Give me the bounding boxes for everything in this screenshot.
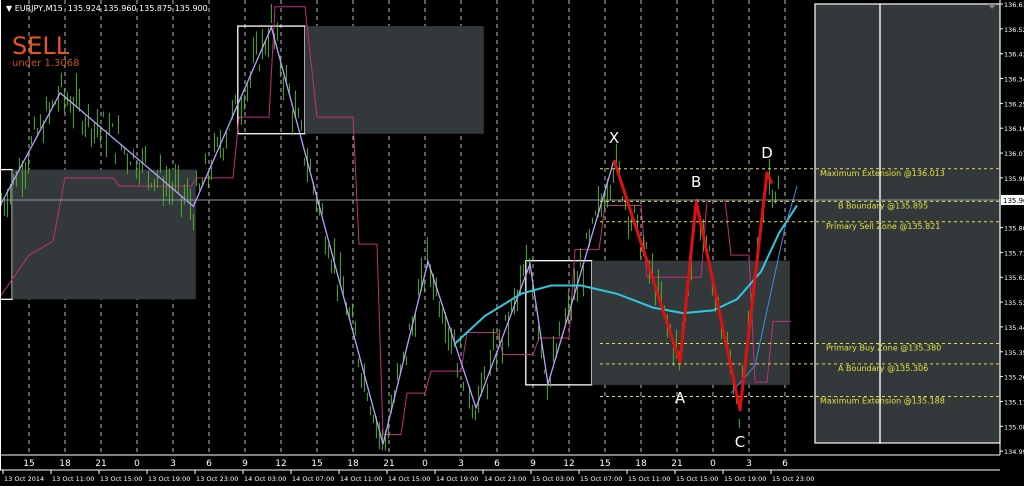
price-chart[interactable]: Maximum Extension @136.013 B Boundary @13… <box>0 0 1024 486</box>
price-label: 134.990 <box>1004 448 1024 456</box>
price-label: 136.340 <box>1004 76 1024 84</box>
pattern-label-b: B <box>691 173 701 191</box>
time-label-hour: 18 <box>635 459 647 469</box>
zone-box <box>12 169 196 300</box>
time-label-hour: 12 <box>275 459 286 469</box>
time-label-hour: 15 <box>599 459 610 469</box>
pattern-label-c: C <box>735 433 745 451</box>
price-label: 135.440 <box>1004 324 1024 332</box>
time-label-hour: 21 <box>383 459 394 469</box>
time-label-hour: 0 <box>134 459 140 469</box>
time-label-hour: 12 <box>563 459 574 469</box>
price-label: 135.710 <box>1004 249 1024 257</box>
time-label-date: 15 Oct 07:00 <box>580 475 622 483</box>
time-label-hour: 3 <box>170 459 176 469</box>
price-label: 135.620 <box>1004 274 1024 282</box>
time-label-date: 14 Oct 03:00 <box>244 475 286 483</box>
level-label: Primary Sell Zone @135.821 <box>826 222 940 231</box>
price-label: 136.250 <box>1004 100 1024 108</box>
pattern-label-a: A <box>675 389 686 407</box>
time-label-hour: 0 <box>710 459 716 469</box>
time-label-date: 13 Oct 2014 <box>4 475 44 483</box>
price-label: 135.080 <box>1004 423 1024 431</box>
time-label-date: 14 Oct 15:00 <box>388 475 430 483</box>
chart-title: ▼ EURJPY,M15 135.924 135.960 135.875 135… <box>6 4 208 13</box>
time-label-hour: 15 <box>23 459 34 469</box>
time-label-date: 15 Oct 03:00 <box>532 475 574 483</box>
time-label-date: 14 Oct 23:00 <box>484 475 526 483</box>
zone-box-outline <box>525 260 593 386</box>
price-label: 136.610 <box>1004 1 1024 9</box>
time-label-hour: 6 <box>206 459 212 469</box>
time-label-date: 13 Oct 15:00 <box>100 475 142 483</box>
price-label: 135.260 <box>1004 374 1024 382</box>
price-label: 135.530 <box>1004 299 1024 307</box>
time-label-hour: 0 <box>422 459 428 469</box>
current-price-label: 135.900 <box>1003 197 1024 205</box>
time-label-date: 15 Oct 11:00 <box>628 475 670 483</box>
time-label-hour: 9 <box>242 459 248 469</box>
level-label: Primary Buy Zone @135.380 <box>826 343 941 352</box>
level-label: A Boundary @135.306 <box>838 364 928 373</box>
symbol-label: EURJPY,M15 <box>14 4 63 13</box>
time-label-hour: 18 <box>59 459 71 469</box>
price-label: 135.350 <box>1004 349 1024 357</box>
price-label: 136.070 <box>1004 150 1024 158</box>
time-label-hour: 6 <box>494 459 500 469</box>
level-label: Maximum Extension @135.188 <box>820 396 945 405</box>
time-label-hour: 6 <box>782 459 788 469</box>
price-axis: 136.610 136.520 136.430 136.340 136.250 136.1… <box>1000 1 1024 456</box>
signal-label: SELL <box>12 32 70 60</box>
time-label-date: 14 Oct 19:00 <box>436 475 478 483</box>
level-label: Maximum Extension @136.013 <box>820 169 945 178</box>
price-label: 136.430 <box>1004 51 1024 59</box>
level-label: B Boundary @135.895 <box>838 201 928 210</box>
price-label: 135.170 <box>1004 398 1024 406</box>
pattern-label-d: D <box>761 144 773 162</box>
time-label-hour: 18 <box>347 459 359 469</box>
time-label-date: 15 Oct 23:00 <box>772 475 814 483</box>
price-label: 135.980 <box>1004 175 1024 183</box>
time-label-date: 15 Oct 15:00 <box>676 475 718 483</box>
time-label-date: 13 Oct 19:00 <box>148 475 190 483</box>
time-label-date: 13 Oct 11:00 <box>52 475 94 483</box>
time-label-date: 14 Oct 11:00 <box>340 475 382 483</box>
price-label: 135.800 <box>1004 225 1024 233</box>
time-label-hour: 21 <box>95 459 106 469</box>
time-label-date: 13 Oct 23:00 <box>196 475 238 483</box>
time-label-date: 14 Oct 07:00 <box>292 475 334 483</box>
signal-subtitle: under 1.3068 <box>12 58 80 69</box>
time-label-hour: 9 <box>530 459 536 469</box>
time-label-hour: 21 <box>671 459 682 469</box>
zone-box <box>591 260 790 385</box>
time-label-hour: 3 <box>458 459 464 469</box>
time-axis: 15 18 21 0 3 6 9 12 15 18 21 0 3 6 9 12 15 18 21 0 3 6 13 Oct … <box>2 459 814 483</box>
ohlc-values: 135.924 135.960 135.875 135.900 <box>67 4 208 13</box>
time-label-date: 15 Oct 19:00 <box>724 475 766 483</box>
time-label-hour: 3 <box>746 459 752 469</box>
time-label-hour: 15 <box>311 459 322 469</box>
price-label: 136.520 <box>1004 26 1024 34</box>
pattern-label-x: X <box>609 129 619 147</box>
price-label: 136.160 <box>1004 125 1024 133</box>
